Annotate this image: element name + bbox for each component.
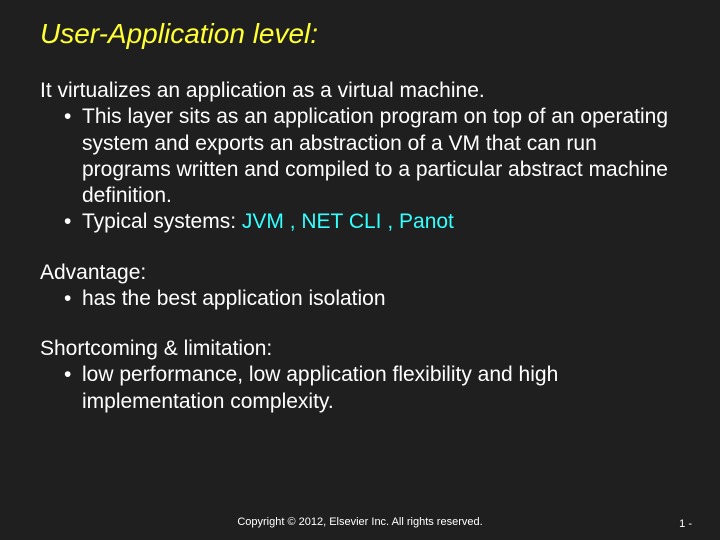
shortcoming-bullets: low performance, low application flexibi… <box>40 362 680 415</box>
slide-title: User-Application level: <box>40 18 680 50</box>
section-intro: It virtualizes an application as a virtu… <box>40 78 680 236</box>
page-number: 1 - <box>679 518 692 530</box>
section-advantage: Advantage: has the best application isol… <box>40 260 680 313</box>
intro-bullets: This layer sits as an application progra… <box>40 104 680 235</box>
slide: User-Application level: It virtualizes a… <box>0 0 720 540</box>
intro-text: It virtualizes an application as a virtu… <box>40 78 680 104</box>
list-item: This layer sits as an application progra… <box>64 104 680 209</box>
section-shortcoming: Shortcoming & limitation: low performanc… <box>40 336 680 415</box>
list-item: has the best application isolation <box>64 286 680 312</box>
typical-systems-value: JVM , NET CLI , Panot <box>242 210 454 233</box>
list-item: low performance, low application flexibi… <box>64 362 680 415</box>
typical-systems-label: Typical systems: <box>82 210 242 233</box>
shortcoming-heading: Shortcoming & limitation: <box>40 336 680 362</box>
advantage-heading: Advantage: <box>40 260 680 286</box>
advantage-bullets: has the best application isolation <box>40 286 680 312</box>
copyright-footer: Copyright © 2012, Elsevier Inc. All righ… <box>0 516 720 528</box>
list-item: Typical systems: JVM , NET CLI , Panot <box>64 209 680 235</box>
